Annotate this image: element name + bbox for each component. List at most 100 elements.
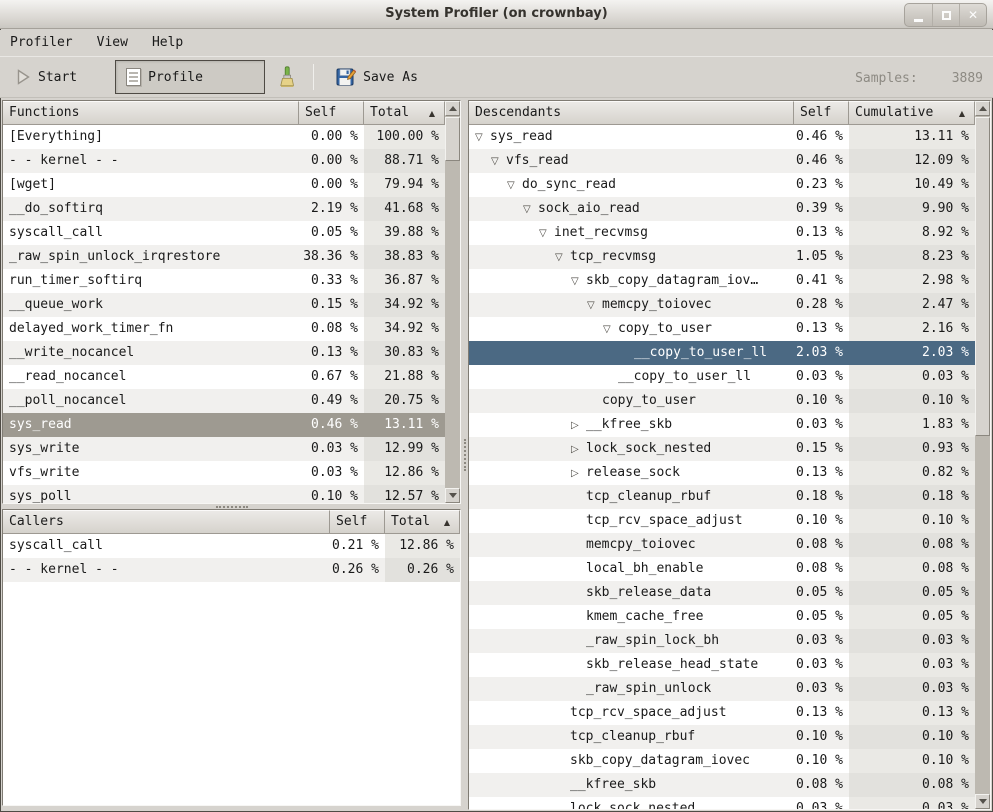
- expander-expanded-icon[interactable]: ▽: [539, 222, 554, 245]
- tree-row[interactable]: ▷__kfree_skb0.03 %1.83 %: [469, 413, 975, 437]
- column-header-total[interactable]: Total▲: [364, 101, 445, 125]
- table-row[interactable]: syscall_call0.05 %39.88 %: [3, 221, 445, 245]
- expander-expanded-icon[interactable]: ▽: [603, 318, 618, 341]
- maximize-button[interactable]: [932, 4, 959, 26]
- tree-row[interactable]: _raw_spin_lock_bh0.03 %0.03 %: [469, 629, 975, 653]
- row-cumulative-value: 0.03 %: [849, 629, 975, 653]
- row-total-value: 88.71 %: [364, 149, 445, 173]
- menu-help[interactable]: Help: [140, 30, 195, 56]
- tree-row[interactable]: ▷lock_sock_nested0.15 %0.93 %: [469, 437, 975, 461]
- save-as-button[interactable]: Save As: [326, 60, 428, 94]
- start-button[interactable]: Start: [6, 60, 87, 94]
- tree-row[interactable]: skb_copy_datagram_iovec0.10 %0.10 %: [469, 749, 975, 773]
- tree-row[interactable]: __copy_to_user_ll0.03 %0.03 %: [469, 365, 975, 389]
- table-row[interactable]: - - kernel - -0.00 %88.71 %: [3, 149, 445, 173]
- tree-row[interactable]: ▽vfs_read0.46 %12.09 %: [469, 149, 975, 173]
- row-self-value: 0.13 %: [794, 221, 849, 245]
- tree-row[interactable]: ▽inet_recvmsg0.13 %8.92 %: [469, 221, 975, 245]
- table-row[interactable]: __read_nocancel0.67 %21.88 %: [3, 365, 445, 389]
- titlebar[interactable]: System Profiler (on crownbay) ✕: [0, 0, 993, 29]
- column-header-self[interactable]: Self: [299, 101, 364, 125]
- row-total-value: 20.75 %: [364, 389, 445, 413]
- expander-expanded-icon[interactable]: ▽: [491, 150, 506, 173]
- expander-expanded-icon[interactable]: ▽: [507, 174, 522, 197]
- table-row[interactable]: __queue_work0.15 %34.92 %: [3, 293, 445, 317]
- tree-row[interactable]: tcp_rcv_space_adjust0.13 %0.13 %: [469, 701, 975, 725]
- column-header-callers[interactable]: Callers: [3, 510, 330, 534]
- tree-row[interactable]: tcp_cleanup_rbuf0.10 %0.10 %: [469, 725, 975, 749]
- tree-row[interactable]: ▽skb_copy_datagram_iov…0.41 %2.98 %: [469, 269, 975, 293]
- table-row[interactable]: __write_nocancel0.13 %30.83 %: [3, 341, 445, 365]
- menubar: Profiler View Help: [0, 30, 993, 56]
- tree-row[interactable]: skb_release_head_state0.03 %0.03 %: [469, 653, 975, 677]
- expander-expanded-icon[interactable]: ▽: [571, 270, 586, 293]
- tree-row[interactable]: ▽memcpy_toiovec0.28 %2.47 %: [469, 293, 975, 317]
- table-row[interactable]: - - kernel - -0.26 %0.26 %: [3, 558, 460, 582]
- tree-row[interactable]: ▽sock_aio_read0.39 %9.90 %: [469, 197, 975, 221]
- table-row[interactable]: [wget]0.00 %79.94 %: [3, 173, 445, 197]
- column-header-functions[interactable]: Functions: [3, 101, 299, 125]
- tree-row[interactable]: kmem_cache_free0.05 %0.05 %: [469, 605, 975, 629]
- profile-toggle-button[interactable]: Profile: [115, 60, 265, 94]
- samples-value: 3889: [952, 71, 983, 86]
- expander-collapsed-icon[interactable]: ▷: [571, 414, 586, 437]
- column-header-self[interactable]: Self: [330, 510, 385, 534]
- tree-row[interactable]: ▷release_sock0.13 %0.82 %: [469, 461, 975, 485]
- expander-expanded-icon[interactable]: ▽: [475, 126, 490, 149]
- table-row[interactable]: syscall_call0.21 %12.86 %: [3, 534, 460, 558]
- menu-profiler[interactable]: Profiler: [0, 30, 85, 56]
- expander-expanded-icon[interactable]: ▽: [555, 246, 570, 269]
- table-row[interactable]: __do_softirq2.19 %41.68 %: [3, 197, 445, 221]
- tree-row[interactable]: memcpy_toiovec0.08 %0.08 %: [469, 533, 975, 557]
- column-header-descendants[interactable]: Descendants: [469, 101, 794, 125]
- tree-row[interactable]: lock_sock_nested0.03 %0.03 %: [469, 797, 975, 809]
- table-row[interactable]: delayed_work_timer_fn0.08 %34.92 %: [3, 317, 445, 341]
- column-header-total[interactable]: Total▲: [385, 510, 460, 534]
- column-header-cumulative[interactable]: Cumulative▲: [849, 101, 975, 125]
- expander-expanded-icon[interactable]: ▽: [523, 198, 538, 221]
- reset-button[interactable]: [271, 60, 303, 94]
- left-right-splitter[interactable]: [461, 100, 468, 810]
- row-self-value: 0.13 %: [794, 317, 849, 341]
- menu-view[interactable]: View: [85, 30, 140, 56]
- save-as-button-label: Save As: [363, 70, 418, 85]
- scroll-up-button[interactable]: [975, 101, 990, 116]
- table-row[interactable]: [Everything]0.00 %100.00 %: [3, 125, 445, 149]
- row-function-name: - - kernel - -: [3, 558, 330, 582]
- tree-row[interactable]: tcp_rcv_space_adjust0.10 %0.10 %: [469, 509, 975, 533]
- scroll-down-button[interactable]: [975, 794, 990, 809]
- tree-row[interactable]: ▽copy_to_user0.13 %2.16 %: [469, 317, 975, 341]
- table-row[interactable]: sys_write0.03 %12.99 %: [3, 437, 445, 461]
- tree-row[interactable]: tcp_cleanup_rbuf0.18 %0.18 %: [469, 485, 975, 509]
- table-row[interactable]: _raw_spin_unlock_irqrestore38.36 %38.83 …: [3, 245, 445, 269]
- descendants-scrollbar[interactable]: [975, 101, 990, 809]
- row-function-name: sys_write: [3, 437, 299, 461]
- scroll-down-button[interactable]: [445, 488, 460, 503]
- tree-row[interactable]: __copy_to_user_ll2.03 %2.03 %: [469, 341, 975, 365]
- tree-row[interactable]: local_bh_enable0.08 %0.08 %: [469, 557, 975, 581]
- tree-row[interactable]: skb_release_data0.05 %0.05 %: [469, 581, 975, 605]
- table-row[interactable]: __poll_nocancel0.49 %20.75 %: [3, 389, 445, 413]
- expander-collapsed-icon[interactable]: ▷: [571, 462, 586, 485]
- minimize-button[interactable]: [905, 4, 932, 26]
- scroll-up-button[interactable]: [445, 101, 460, 116]
- scrollbar-thumb[interactable]: [445, 117, 460, 161]
- tree-row[interactable]: ▽tcp_recvmsg1.05 %8.23 %: [469, 245, 975, 269]
- table-row[interactable]: vfs_write0.03 %12.86 %: [3, 461, 445, 485]
- close-button[interactable]: ✕: [959, 4, 986, 26]
- tree-row[interactable]: copy_to_user0.10 %0.10 %: [469, 389, 975, 413]
- table-row[interactable]: sys_read0.46 %13.11 %: [3, 413, 445, 437]
- functions-scrollbar[interactable]: [445, 101, 460, 503]
- expander-expanded-icon[interactable]: ▽: [587, 294, 602, 317]
- scrollbar-thumb[interactable]: [975, 117, 990, 436]
- tree-row[interactable]: _raw_spin_unlock0.03 %0.03 %: [469, 677, 975, 701]
- tree-row[interactable]: ▽do_sync_read0.23 %10.49 %: [469, 173, 975, 197]
- tree-row[interactable]: ▽sys_read0.46 %13.11 %: [469, 125, 975, 149]
- row-self-value: 0.03 %: [794, 677, 849, 701]
- tree-row[interactable]: __kfree_skb0.08 %0.08 %: [469, 773, 975, 797]
- column-header-self[interactable]: Self: [794, 101, 849, 125]
- row-self-value: 0.33 %: [299, 269, 364, 293]
- table-row[interactable]: sys_poll0.10 %12.57 %: [3, 485, 445, 503]
- expander-collapsed-icon[interactable]: ▷: [571, 438, 586, 461]
- table-row[interactable]: run_timer_softirq0.33 %36.87 %: [3, 269, 445, 293]
